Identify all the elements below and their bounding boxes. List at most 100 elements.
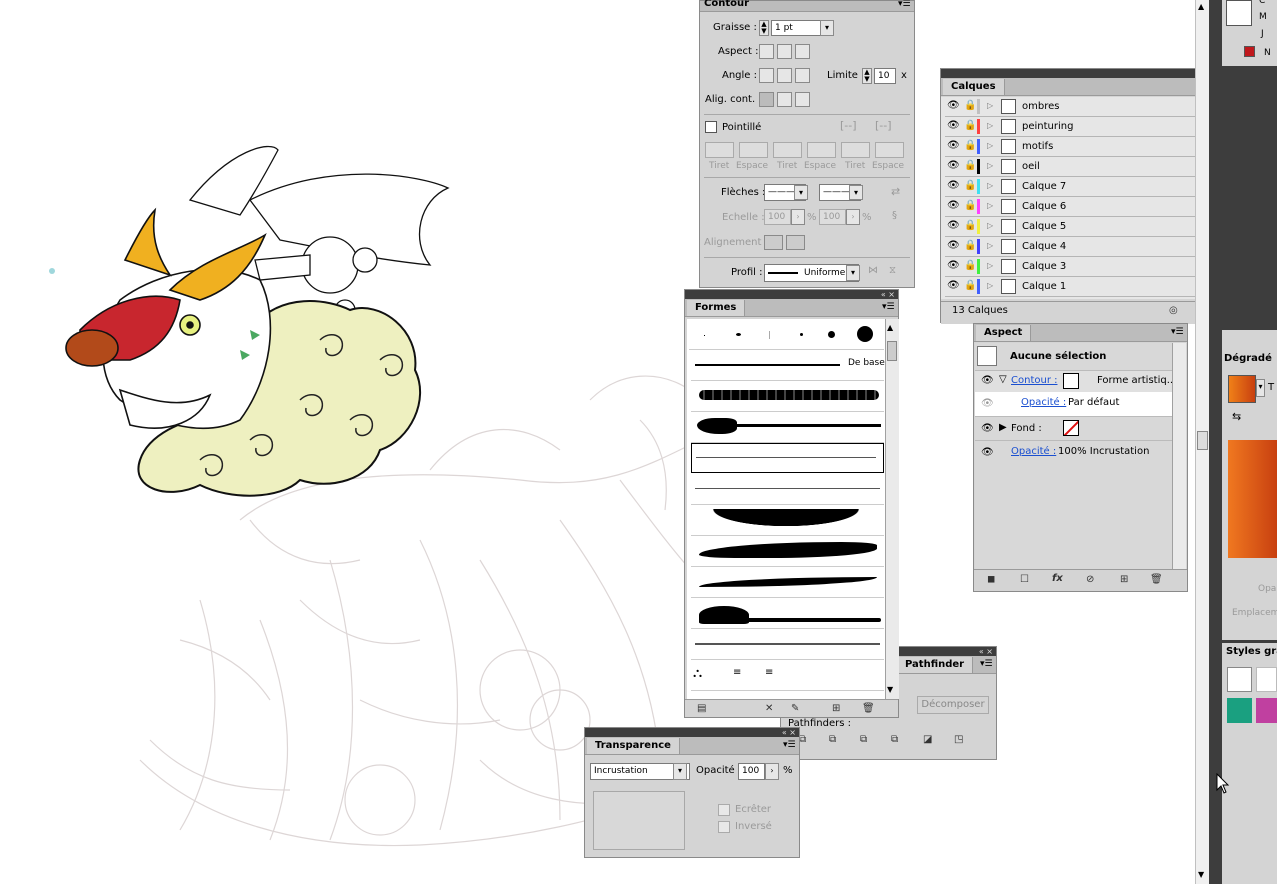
remove-brush-stroke-icon[interactable]: ✕: [765, 703, 773, 714]
stroke-link[interactable]: Contour :: [1011, 375, 1057, 386]
canvas-vertical-scrollbar[interactable]: ▲ ▼: [1195, 0, 1210, 884]
style-swatch[interactable]: [1227, 698, 1252, 723]
expand-triangle-icon[interactable]: ▷: [987, 121, 993, 130]
visibility-eye-icon[interactable]: 👁: [947, 101, 960, 111]
lock-icon[interactable]: 🔒: [964, 100, 976, 112]
align-outside-button[interactable]: [795, 92, 810, 107]
global-opacity-row[interactable]: 👁 Opacité : 100% Incrustation: [975, 440, 1172, 465]
opacity-mask-thumbnail[interactable]: [593, 791, 685, 850]
blend-mode-dropdown[interactable]: ▾: [673, 763, 687, 780]
layer-name[interactable]: Calque 7: [1022, 181, 1066, 192]
add-fill-icon[interactable]: ☐: [1020, 574, 1029, 585]
style-swatch[interactable]: [1256, 698, 1277, 723]
panel-menu-icon[interactable]: ▾☰: [1171, 327, 1184, 337]
layer-name[interactable]: Calque 5: [1022, 221, 1066, 232]
last-color-swatch[interactable]: [1244, 46, 1255, 57]
gradient-thumbnail[interactable]: [1228, 375, 1256, 403]
lock-icon[interactable]: 🔒: [964, 280, 976, 292]
stroke-opacity-link[interactable]: Opacité :: [1021, 397, 1066, 408]
link-scale-icon[interactable]: §: [892, 210, 897, 221]
scroll-up-icon[interactable]: ▲: [1198, 2, 1207, 12]
lock-icon[interactable]: 🔒: [964, 140, 976, 152]
pattern-brush-row[interactable]: ⛬ ≡ ≡: [691, 660, 884, 691]
petal-brush-row[interactable]: [691, 505, 884, 536]
expand-triangle-icon[interactable]: ▽: [999, 374, 1007, 385]
expand-triangle-icon[interactable]: ▷: [987, 261, 993, 270]
miter-join-button[interactable]: [759, 68, 774, 83]
add-stroke-icon[interactable]: ◼: [987, 574, 995, 585]
visibility-eye-icon[interactable]: 👁: [947, 161, 960, 171]
end-scale-stepper[interactable]: ›: [846, 209, 860, 225]
dash-field-1[interactable]: [705, 142, 734, 158]
expand-triangle-icon[interactable]: ▷: [987, 161, 993, 170]
expand-triangle-icon[interactable]: ▷: [987, 221, 993, 230]
visibility-eye-icon[interactable]: 👁: [947, 141, 960, 151]
minus-back-icon[interactable]: ◳: [954, 734, 963, 745]
transparency-tab[interactable]: Transparence: [587, 738, 680, 754]
layers-tab[interactable]: Calques: [943, 79, 1005, 95]
collapse-triangle-icon[interactable]: ▶: [999, 422, 1007, 433]
fill-attribute-row[interactable]: 👁 ▶ Fond :: [975, 416, 1172, 441]
gap-field-2[interactable]: [807, 142, 836, 158]
gradient-preview[interactable]: [1228, 440, 1277, 558]
dash-field-2[interactable]: [773, 142, 802, 158]
dash-preserve-icon[interactable]: [‑‑]: [840, 119, 857, 132]
round-cap-button[interactable]: [777, 44, 792, 59]
layer-name[interactable]: Calque 6: [1022, 201, 1066, 212]
stroke-swatch[interactable]: [1063, 373, 1079, 389]
layer-name[interactable]: Calque 3: [1022, 261, 1066, 272]
gradient-tab[interactable]: Dégradé: [1224, 353, 1272, 364]
opacity-input[interactable]: 100: [738, 763, 765, 780]
expand-triangle-icon[interactable]: ▷: [987, 181, 993, 190]
bevel-join-button[interactable]: [795, 68, 810, 83]
lock-icon[interactable]: 🔒: [964, 220, 976, 232]
profile-dropdown[interactable]: ▾: [846, 265, 860, 281]
stroke-panel-title[interactable]: Contour: [704, 0, 749, 9]
stroke-opacity-row[interactable]: 👁 Opacité : Par défaut: [975, 392, 1172, 416]
pathfinder-tab[interactable]: Pathfinder: [897, 657, 974, 673]
round-join-button[interactable]: [777, 68, 792, 83]
gradient-dropdown[interactable]: ▾: [1256, 379, 1265, 397]
feather-brush-row[interactable]: [691, 567, 884, 598]
visibility-eye-icon[interactable]: 👁: [981, 375, 994, 386]
graphic-styles-tab[interactable]: Styles gra: [1226, 646, 1277, 657]
limit-spinner[interactable]: ▲ ▼: [862, 68, 872, 84]
align-center-button[interactable]: [759, 92, 774, 107]
expand-triangle-icon[interactable]: ▷: [987, 281, 993, 290]
expand-triangle-icon[interactable]: ▷: [987, 101, 993, 110]
fill-none-swatch[interactable]: [1063, 420, 1079, 436]
trim-icon[interactable]: ⧉: [829, 734, 836, 745]
align-inside-button[interactable]: [777, 92, 792, 107]
expand-button[interactable]: Décomposer: [917, 696, 989, 714]
appearance-scrollbar[interactable]: [1172, 343, 1186, 569]
divide-icon[interactable]: ⧉: [799, 734, 806, 745]
brush-options-icon[interactable]: ✎: [791, 703, 799, 714]
calligraphic-brush-row[interactable]: [689, 321, 884, 350]
visibility-eye-icon[interactable]: 👁: [981, 398, 994, 409]
expand-triangle-icon[interactable]: ▷: [987, 201, 993, 210]
arrow-extend-button[interactable]: [764, 235, 783, 250]
charcoal-brush-row[interactable]: [691, 381, 884, 412]
start-scale-stepper[interactable]: ›: [791, 209, 805, 225]
wave-brush-row[interactable]: [691, 536, 884, 567]
appearance-tab[interactable]: Aspect: [976, 325, 1032, 341]
lock-icon[interactable]: 🔒: [964, 200, 976, 212]
gap-field-3[interactable]: [875, 142, 904, 158]
scroll-thumb[interactable]: [887, 341, 897, 361]
profile-select[interactable]: Uniforme: [764, 264, 859, 282]
ornament-brush-row[interactable]: [691, 412, 884, 443]
style-swatch[interactable]: [1256, 667, 1277, 692]
visibility-eye-icon[interactable]: 👁: [947, 181, 960, 191]
visibility-eye-icon[interactable]: 👁: [947, 201, 960, 211]
arrow-place-button[interactable]: [786, 235, 805, 250]
visibility-eye-icon[interactable]: 👁: [947, 241, 960, 251]
swap-arrowheads-icon[interactable]: ⇄: [891, 185, 900, 198]
weight-spinner[interactable]: ▲ ▼: [759, 20, 769, 36]
fill-stroke-swatch[interactable]: [1226, 0, 1252, 26]
layer-name[interactable]: oeil: [1022, 161, 1040, 172]
layer-name[interactable]: Calque 4: [1022, 241, 1066, 252]
thin-brush-row[interactable]: [691, 474, 884, 505]
crop-icon[interactable]: ⧉: [891, 734, 898, 745]
new-brush-icon[interactable]: ⊞: [832, 703, 840, 714]
lock-icon[interactable]: 🔒: [964, 180, 976, 192]
